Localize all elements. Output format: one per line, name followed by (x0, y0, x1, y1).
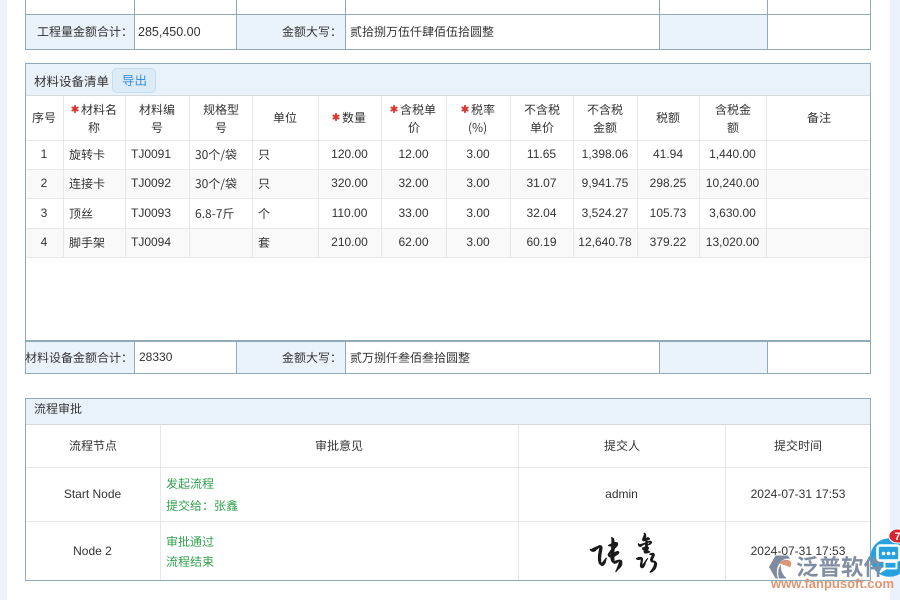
svg-text:7: 7 (895, 531, 900, 543)
